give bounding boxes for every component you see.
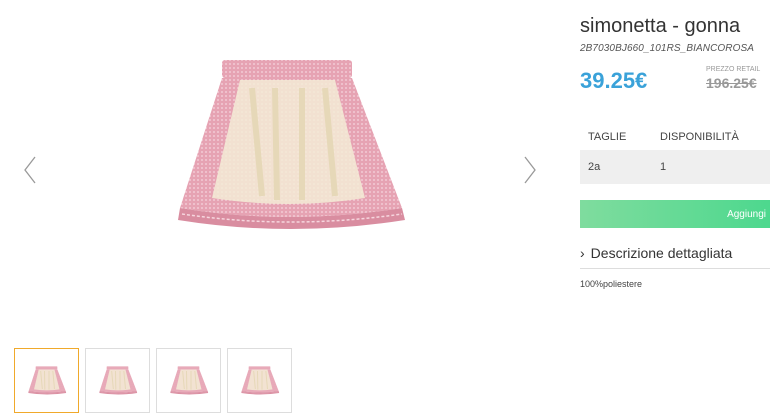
chevron-left-icon bbox=[24, 156, 36, 184]
thumbnail-2[interactable] bbox=[85, 348, 150, 413]
description-toggle-label: Descrizione dettagliata bbox=[590, 245, 733, 261]
thumbnail-1[interactable] bbox=[14, 348, 79, 413]
product-main-image bbox=[140, 58, 440, 238]
table-row[interactable]: 2a 1 bbox=[580, 150, 770, 184]
product-gallery bbox=[0, 0, 560, 340]
description-text: 100%poliestere bbox=[580, 279, 643, 289]
product-thumbnail-image bbox=[93, 365, 143, 397]
description-toggle[interactable]: › Descrizione dettagliata bbox=[580, 238, 770, 269]
size-column-header: TAGLIE bbox=[588, 131, 627, 143]
sale-price: 39.25€ bbox=[580, 68, 648, 93]
chevron-right-icon bbox=[524, 156, 536, 184]
product-thumbnail-image bbox=[164, 365, 214, 397]
thumbnail-4[interactable] bbox=[227, 348, 292, 413]
previous-image-button[interactable] bbox=[18, 150, 42, 190]
thumbnail-strip bbox=[14, 348, 292, 413]
product-title: simonetta - gonna bbox=[580, 15, 741, 37]
product-thumbnail-image bbox=[235, 365, 285, 397]
size-cell: 2a bbox=[588, 161, 601, 173]
availability-cell: 1 bbox=[660, 161, 667, 173]
table-header: TAGLIE DISPONIBILITÀ bbox=[580, 124, 770, 150]
thumbnail-3[interactable] bbox=[156, 348, 221, 413]
next-image-button[interactable] bbox=[518, 150, 542, 190]
size-availability-table: TAGLIE DISPONIBILITÀ 2a 1 bbox=[580, 124, 770, 184]
retail-price-label: PREZZO RETAIL bbox=[706, 66, 761, 73]
product-info-panel: simonetta - gonna 2B7030BJ660_101RS_BIAN… bbox=[580, 0, 770, 289]
product-thumbnail-image bbox=[22, 365, 72, 397]
add-to-cart-button[interactable]: Aggiungi bbox=[580, 200, 770, 228]
retail-price: 196.25€ bbox=[706, 75, 757, 91]
product-sku: 2B7030BJ660_101RS_BIANCOROSA bbox=[580, 43, 755, 54]
availability-column-header: DISPONIBILITÀ bbox=[660, 131, 739, 143]
price-block: 39.25€ PREZZO RETAIL 196.25€ bbox=[580, 66, 770, 106]
chevron-right-icon: › bbox=[580, 245, 585, 261]
